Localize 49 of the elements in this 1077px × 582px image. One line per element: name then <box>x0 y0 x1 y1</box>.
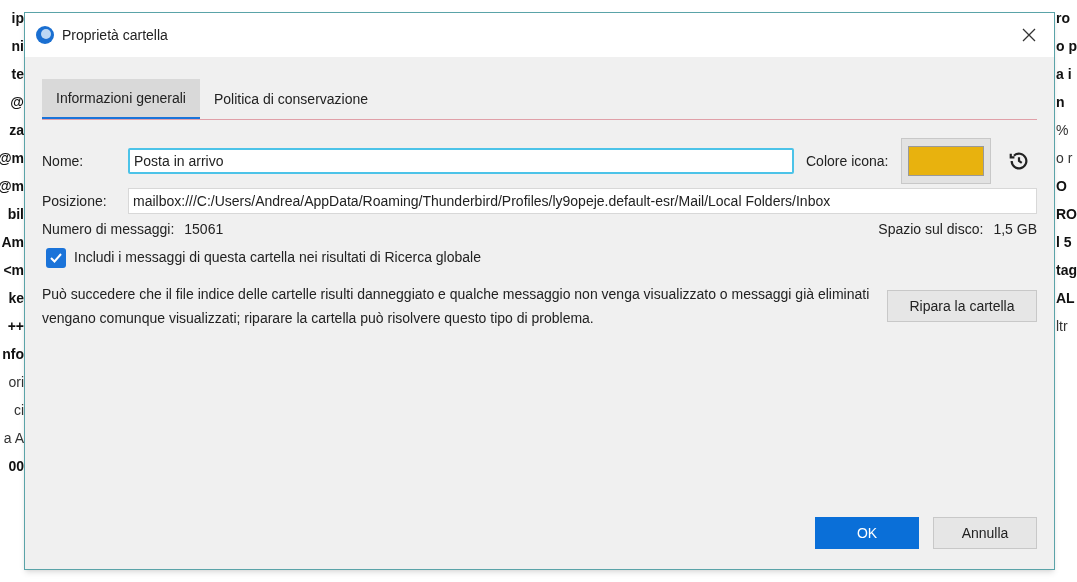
background-text: RO <box>1056 205 1077 224</box>
field-label: Posizione: <box>42 191 108 211</box>
color-picker[interactable] <box>900 138 991 184</box>
tab[interactable]: Informazioni generali <box>42 79 200 119</box>
background-text: ++ <box>7 317 24 336</box>
background-text: ci <box>13 401 24 420</box>
background-text: a A <box>3 429 24 448</box>
repair-button[interactable]: Ripara la cartella <box>887 290 1037 322</box>
message-count: 15061 <box>184 220 224 239</box>
background-text: @ <box>10 93 24 112</box>
field-label: Nome: <box>42 151 85 171</box>
background-text: a i <box>1056 65 1072 84</box>
name-input[interactable]: Posta in arrivo <box>128 148 794 174</box>
background-text: % <box>1056 121 1069 140</box>
field-label: Numero di messaggi: <box>42 220 175 239</box>
background-text: <m <box>3 261 24 280</box>
background-text: za <box>9 121 24 140</box>
location-input[interactable]: mailbox:///C:/Users/Andrea/AppData/Roaming/Thunderbird/Profiles/ly9opeje.default-esr/Mail/Local Folders/Inbox <box>128 188 1037 214</box>
background-text: O <box>1056 177 1067 196</box>
ok-button[interactable]: OK <box>815 517 919 549</box>
background-text: ni <box>11 37 24 56</box>
background-text: o p <box>1056 37 1077 56</box>
background-text: ori <box>8 373 24 392</box>
background-text: AL <box>1056 289 1075 308</box>
close-icon <box>1022 28 1036 42</box>
background-text: ke <box>8 289 24 308</box>
cancel-button[interactable]: Annulla <box>933 517 1037 549</box>
app-icon <box>35 25 55 45</box>
background-text: Am <box>1 233 24 252</box>
background-text: bil <box>7 205 24 224</box>
background-text: ltr <box>1056 317 1068 336</box>
checkbox-label: Includi i messaggi di questa cartella nei risultati di Ricerca globale <box>74 248 481 267</box>
history-icon <box>1007 150 1030 172</box>
background-text: o r <box>1056 149 1073 168</box>
field-label: Spazio sul disco: <box>878 220 984 239</box>
repair-description: Può succedere che il file indice delle cartelle risulti danneggiato e qualche messaggio non venga visualizzato o messaggi già eliminati vengano comunque visualizzati; riparare la cartella può risolvere questo tipo di problema. <box>42 285 871 328</box>
window-title: Proprietà cartella <box>62 25 168 45</box>
tab[interactable]: Politica di conservazione <box>199 79 383 119</box>
background-text: 00 <box>8 457 24 476</box>
checkbox[interactable] <box>46 247 66 268</box>
disk-space: 1,5 GB <box>993 220 1037 239</box>
background-text: n <box>1056 93 1065 112</box>
background-text: tag <box>1056 261 1077 280</box>
background-text: nfo <box>2 345 24 364</box>
background-text: ro <box>1056 9 1070 28</box>
field-label: Colore icona: <box>806 151 889 171</box>
background-text: l 5 <box>1056 233 1072 252</box>
background-text: te <box>11 65 24 84</box>
background-text: ip <box>11 9 24 28</box>
